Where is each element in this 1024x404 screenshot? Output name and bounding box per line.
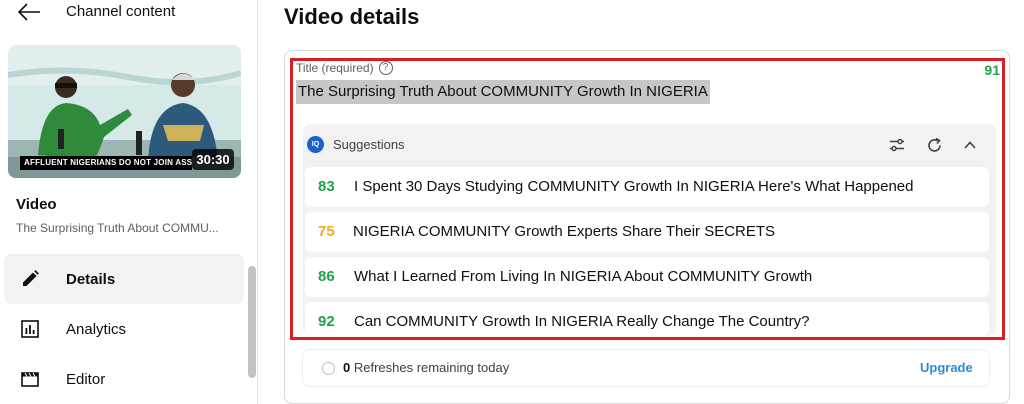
suggestion-text: What I Learned From Living In NIGERIA Ab… bbox=[354, 268, 813, 285]
upgrade-button[interactable]: Upgrade bbox=[920, 360, 973, 375]
editor-icon bbox=[18, 367, 42, 391]
refresh-remaining-text: 0 Refreshes remaining today bbox=[343, 360, 509, 375]
analytics-icon bbox=[18, 317, 42, 341]
refresh-status-icon bbox=[322, 362, 335, 375]
sidebar-title: Channel content bbox=[66, 3, 176, 20]
nav-item-analytics[interactable]: Analytics bbox=[4, 304, 244, 354]
suggestion-item[interactable]: 92 Can COMMUNITY Growth In NIGERIA Reall… bbox=[305, 302, 989, 336]
back-arrow-icon[interactable] bbox=[16, 2, 42, 22]
suggestion-text: I Spent 30 Days Studying COMMUNITY Growt… bbox=[354, 178, 914, 195]
suggestion-text: Can COMMUNITY Growth In NIGERIA Really C… bbox=[354, 313, 810, 330]
sidebar: Channel content AFFLUENT NIGERIANS DO NO… bbox=[0, 0, 258, 404]
sidebar-scrollbar[interactable] bbox=[248, 266, 256, 378]
collapse-chevron-up-icon[interactable] bbox=[959, 134, 981, 156]
nav-label-editor: Editor bbox=[66, 370, 106, 388]
title-field-label: Title (required) ? bbox=[296, 61, 393, 75]
suggestion-score: 86 bbox=[318, 268, 335, 285]
video-duration-badge: 30:30 bbox=[192, 149, 234, 170]
page-title: Video details bbox=[284, 4, 420, 29]
suggestions-label: Suggestions bbox=[333, 137, 405, 152]
title-input[interactable]: The Surprising Truth About COMMUNITY Gro… bbox=[296, 80, 710, 104]
nav-item-editor[interactable]: Editor bbox=[4, 354, 244, 404]
refresh-label: Refreshes remaining today bbox=[350, 360, 510, 375]
nav-item-details[interactable]: Details bbox=[4, 254, 244, 304]
refresh-bar: 0 Refreshes remaining today Upgrade bbox=[303, 350, 989, 386]
suggestion-item[interactable]: 75 NIGERIA COMMUNITY Growth Experts Shar… bbox=[305, 212, 989, 252]
help-icon[interactable]: ? bbox=[378, 61, 393, 75]
suggestion-item[interactable]: 83 I Spent 30 Days Studying COMMUNITY Gr… bbox=[305, 167, 989, 207]
title-label-text: Title (required) bbox=[296, 61, 374, 75]
nav-label-details: Details bbox=[66, 270, 116, 288]
suggestion-score: 83 bbox=[318, 178, 335, 195]
vidiq-logo-icon: IQ bbox=[307, 136, 324, 153]
video-label: Video bbox=[16, 196, 57, 213]
video-title[interactable]: The Surprising Truth About COMMU... bbox=[16, 221, 236, 235]
suggestion-score: 92 bbox=[318, 313, 335, 330]
suggestion-item[interactable]: 86 What I Learned From Living In NIGERIA… bbox=[305, 257, 989, 297]
thumbnail-caption: AFFLUENT NIGERIANS DO NOT JOIN ASSOC bbox=[20, 156, 192, 170]
suggestion-score: 75 bbox=[318, 223, 335, 240]
settings-sliders-icon[interactable] bbox=[886, 134, 908, 156]
refresh-icon[interactable] bbox=[923, 134, 945, 156]
sidebar-header: Channel content bbox=[0, 0, 258, 26]
pencil-icon bbox=[18, 267, 42, 291]
nav-label-analytics: Analytics bbox=[66, 320, 127, 338]
suggestion-text: NIGERIA COMMUNITY Growth Experts Share T… bbox=[353, 223, 776, 240]
title-score: 91 bbox=[984, 62, 1000, 78]
